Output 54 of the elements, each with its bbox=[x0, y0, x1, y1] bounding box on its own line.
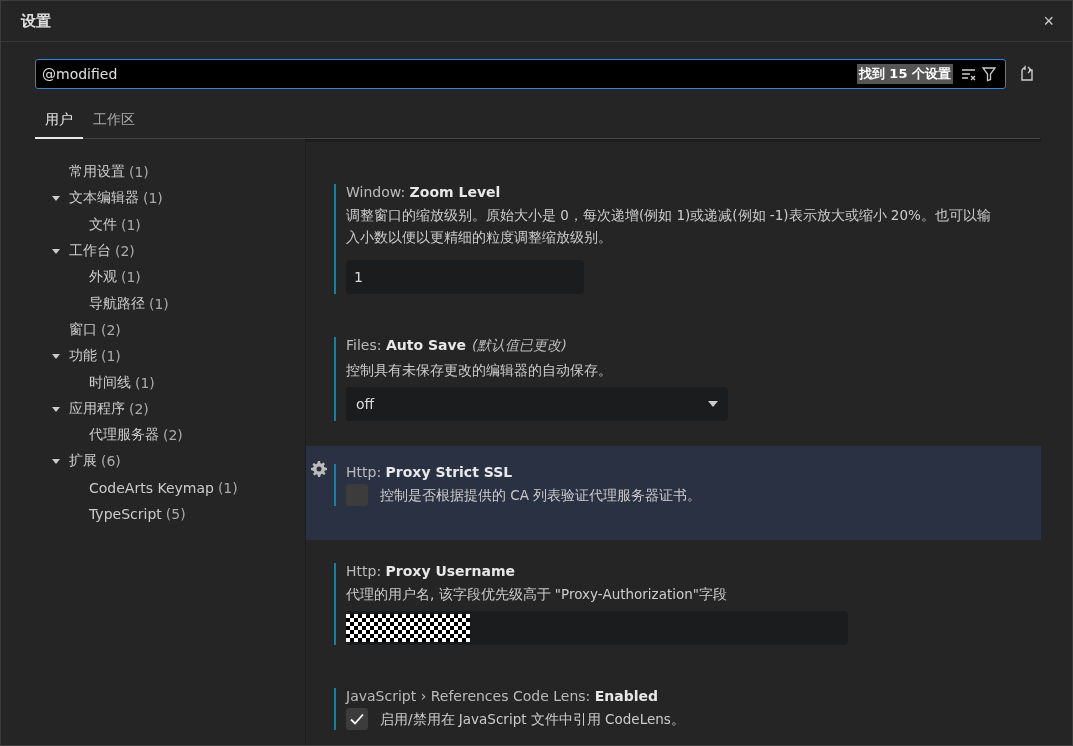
setting-description: 控制具有未保存更改的编辑器的自动保存。 bbox=[346, 361, 613, 380]
setting-title: Http: Proxy Strict SSL bbox=[346, 464, 513, 480]
settings-icon[interactable] bbox=[311, 461, 327, 477]
tab[interactable]: 用户 bbox=[35, 105, 83, 139]
toc-item[interactable]: 应用程序 (2) bbox=[35, 395, 305, 422]
caret-icon bbox=[708, 400, 718, 408]
toc-item[interactable]: 代理服务器 (2) bbox=[35, 421, 305, 449]
setting-title: Http: Proxy Username bbox=[346, 563, 515, 579]
filter-icon[interactable] bbox=[979, 64, 999, 84]
tab[interactable]: 工作区 bbox=[83, 105, 145, 139]
toc-count: (6) bbox=[101, 453, 121, 470]
zoom-level-field[interactable]: 1 bbox=[346, 260, 584, 294]
setting-description: 控制是否根据提供的 CA 列表验证代理服务器证书。 bbox=[380, 486, 703, 505]
modified-note: (默认值已更改) bbox=[472, 337, 567, 355]
toc-count: (1) bbox=[143, 190, 163, 207]
setting-title: Window: Zoom Level bbox=[346, 184, 501, 200]
toc-count: (1) bbox=[121, 269, 141, 286]
toc-item[interactable]: 功能 (1) bbox=[35, 343, 305, 370]
close-button[interactable]: × bbox=[1039, 10, 1058, 32]
toc-count: (2) bbox=[129, 400, 149, 417]
dropdown[interactable]: off bbox=[346, 387, 728, 421]
search-bar[interactable]: @modified 找到 15 个设置 bbox=[35, 59, 1006, 89]
toc-item[interactable]: 导航路径 (1) bbox=[35, 290, 305, 317]
toc-item[interactable]: TypeScript (5) bbox=[35, 500, 305, 528]
setting-description: 启用/禁用在 JavaScript 文件中引用 CodeLens。 bbox=[380, 710, 686, 729]
toc-count: (2) bbox=[163, 427, 183, 444]
setting-title: Files: Auto Save bbox=[346, 337, 467, 355]
toc-item[interactable]: 扩展 (6) bbox=[35, 448, 305, 475]
setting-description: 代理的用户名, 该字段优先级高于 "Proxy-Authorization"字段 bbox=[346, 585, 729, 604]
toc-item[interactable]: CodeArts Keymap (1) bbox=[35, 474, 305, 501]
toc-count: (1) bbox=[121, 216, 141, 233]
setting-description: 调整窗口的缩放级别。原始大小是 0，每次递增(例如 1)或递减(例如 -1)表示放大或缩小 20%。也可以输入小数以便以更精细的粒度调整缩放级别。 bbox=[346, 206, 992, 247]
toc-count: (1) bbox=[101, 348, 121, 365]
toc-count: (2) bbox=[101, 321, 121, 338]
username-field[interactable] bbox=[346, 611, 848, 645]
search-input[interactable]: @modified bbox=[42, 66, 857, 82]
checkmark-icon bbox=[349, 711, 365, 727]
toc-count: (1) bbox=[149, 295, 169, 312]
result-count: 找到 15 个设置 bbox=[856, 64, 953, 84]
toc-count: (5) bbox=[165, 506, 186, 522]
toc-item[interactable]: 文本编辑器 (1) bbox=[35, 185, 305, 212]
setting-title: JavaScript › References Code Lens: Enabled bbox=[346, 688, 659, 704]
toc-item[interactable]: 工作台 (2) bbox=[35, 237, 305, 265]
toc-count: (1) bbox=[217, 479, 238, 496]
toc-item[interactable]: 窗口 (2) bbox=[35, 316, 305, 344]
toc-count: (2) bbox=[115, 243, 135, 260]
checkbox[interactable] bbox=[346, 708, 368, 730]
window-title: 设置 bbox=[21, 11, 51, 31]
toc-item[interactable]: 外观 (1) bbox=[35, 264, 305, 291]
toc-item[interactable]: 常用设置 (1) bbox=[35, 159, 305, 186]
toc-item[interactable]: 时间线 (1) bbox=[35, 369, 305, 396]
toc-item[interactable]: 文件 (1) bbox=[35, 211, 305, 238]
toc-count: (1) bbox=[129, 164, 149, 181]
toc-count: (1) bbox=[135, 374, 155, 391]
